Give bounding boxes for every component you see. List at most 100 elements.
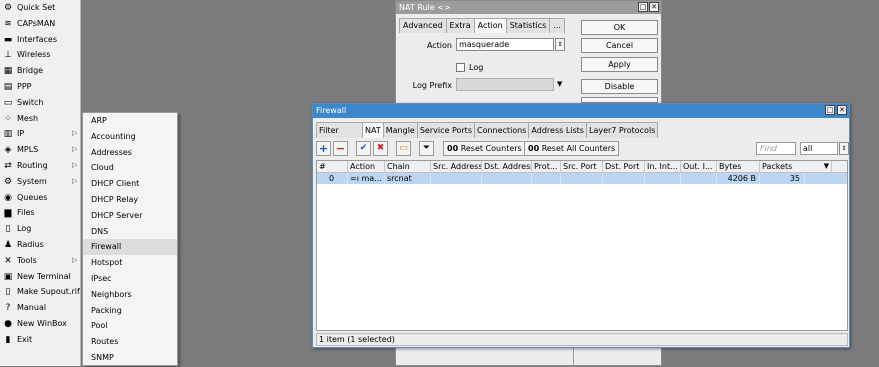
action-dropdown-icon[interactable]: ⇕ xyxy=(555,38,565,51)
counter-all-icon: 00 xyxy=(528,144,540,153)
sidebar-item-manual[interactable]: ? Manual xyxy=(0,300,80,316)
submenu-item-arp[interactable]: ARP xyxy=(83,113,177,129)
column-menu-icon[interactable]: ▼ xyxy=(824,161,829,172)
table-row[interactable]: 0 =ı ma... srcnat 4206 B 35 xyxy=(317,173,847,184)
sidebar-item-ip[interactable]: ▥ IP ▷ xyxy=(0,126,80,142)
submenu-item-addresses[interactable]: Addresses xyxy=(83,145,177,161)
column-header-out-interface[interactable]: Out. I... xyxy=(681,161,717,173)
sidebar-item-mesh[interactable]: ⁘ Mesh xyxy=(0,111,80,127)
comment-icon[interactable]: ▭ xyxy=(396,141,411,156)
tab-extra[interactable]: Extra xyxy=(445,18,475,33)
ip-icon: ▥ xyxy=(3,129,13,140)
reset-counters-button[interactable]: 00 Reset Counters xyxy=(443,141,526,156)
column-header-packets[interactable]: Packets ▼ xyxy=(760,161,832,173)
remove-icon[interactable]: − xyxy=(333,141,348,156)
reset-all-counters-button[interactable]: 00 Reset All Counters xyxy=(524,141,620,156)
tab-service-ports[interactable]: Service Ports xyxy=(416,122,475,138)
column-header-src-address[interactable]: Src. Address xyxy=(431,161,482,173)
column-header-src-port[interactable]: Src. Port xyxy=(561,161,603,173)
sidebar-item-interfaces[interactable]: ▬ Interfaces xyxy=(0,32,80,48)
submenu-item-routes[interactable]: Routes xyxy=(83,334,177,350)
column-header-dst-address[interactable]: Dst. Address xyxy=(482,161,532,173)
queues-icon: ◉ xyxy=(4,192,12,203)
close-icon[interactable]: ✕ xyxy=(649,2,659,12)
ok-button[interactable]: OK xyxy=(581,20,658,35)
cancel-button[interactable]: Cancel xyxy=(581,38,658,53)
submenu-item-ipsec[interactable]: IPsec xyxy=(83,271,177,287)
sidebar-item-label: CAPsMAN xyxy=(17,18,56,28)
column-header-bytes[interactable]: Bytes xyxy=(717,161,760,173)
submenu-item-dhcp-relay[interactable]: DHCP Relay xyxy=(83,192,177,208)
tab-more[interactable]: ... xyxy=(549,18,565,33)
sidebar-item-log[interactable]: ▯ Log xyxy=(0,221,80,237)
sidebar-item-tools[interactable]: ✕ Tools ▷ xyxy=(0,253,80,269)
tab-advanced[interactable]: Advanced xyxy=(399,18,447,33)
column-header-num[interactable]: # xyxy=(317,161,348,173)
submenu-item-packing[interactable]: Packing xyxy=(83,303,177,319)
filter-select-dropdown-icon[interactable]: ⇕ xyxy=(839,142,849,155)
tab-mangle[interactable]: Mangle xyxy=(382,122,418,138)
submenu-item-cloud[interactable]: Cloud xyxy=(83,160,177,176)
submenu-item-pool[interactable]: Pool xyxy=(83,318,177,334)
column-header-chain[interactable]: Chain xyxy=(385,161,431,173)
disable-icon[interactable]: ✖ xyxy=(373,141,388,156)
manual-icon: ? xyxy=(5,303,11,314)
sidebar-item-exit[interactable]: ▮ Exit xyxy=(0,332,80,348)
tab-layer7-protocols[interactable]: Layer7 Protocols xyxy=(585,122,659,138)
sidebar-item-new-terminal[interactable]: ▣ New Terminal xyxy=(0,269,80,285)
window-divider xyxy=(573,346,574,367)
restore-icon[interactable]: □ xyxy=(638,2,648,12)
sidebar-item-radius[interactable]: ♟ Radius xyxy=(0,237,80,253)
log-prefix-input[interactable] xyxy=(456,78,554,91)
enable-icon[interactable]: ✔ xyxy=(356,141,371,156)
firewall-titlebar[interactable]: Firewall □ ✕ xyxy=(313,104,849,118)
sidebar-item-label: Radius xyxy=(17,239,44,249)
sidebar-item-quick-set[interactable]: ⚙ Quick Set xyxy=(0,0,80,16)
submenu-item-accounting[interactable]: Accounting xyxy=(83,129,177,145)
find-input[interactable]: Find xyxy=(756,142,796,155)
filter-icon[interactable]: ⏷ xyxy=(419,141,434,156)
submenu-item-snmp[interactable]: SNMP xyxy=(83,350,177,366)
column-header-in-interface[interactable]: In. Int... xyxy=(645,161,681,173)
sidebar-item-switch[interactable]: ▭ Switch xyxy=(0,95,80,111)
sidebar-item-new-winbox[interactable]: ● New WinBox xyxy=(0,316,80,332)
submenu-item-dns[interactable]: DNS xyxy=(83,224,177,240)
submenu-item-dhcp-server[interactable]: DHCP Server xyxy=(83,208,177,224)
sidebar-item-ppp[interactable]: ▤ PPP xyxy=(0,79,80,95)
tab-statistics[interactable]: Statistics xyxy=(505,18,551,33)
column-header-dst-port[interactable]: Dst. Port xyxy=(603,161,645,173)
sidebar-item-make-supout-rif[interactable]: ▯ Make Supout.rif xyxy=(0,284,80,300)
sidebar-item-capsman[interactable]: ≋ CAPsMAN xyxy=(0,16,80,32)
disable-button[interactable]: Disable xyxy=(581,79,658,94)
column-header-protocol[interactable]: Prot... xyxy=(532,161,561,173)
sidebar-item-wireless[interactable]: ⊥ Wireless xyxy=(0,47,80,63)
sidebar-item-files[interactable]: ▆ Files xyxy=(0,205,80,221)
tab-action[interactable]: Action xyxy=(473,18,507,33)
tab-connections[interactable]: Connections xyxy=(473,122,530,138)
sidebar-item-mpls[interactable]: ◈ MPLS ▷ xyxy=(0,142,80,158)
column-header-action[interactable]: Action xyxy=(348,161,385,173)
sidebar-item-label: Tools xyxy=(17,255,37,265)
add-icon[interactable]: + xyxy=(316,141,331,156)
sidebar-item-bridge[interactable]: ▦ Bridge xyxy=(0,63,80,79)
log-checkbox[interactable] xyxy=(456,63,465,72)
tab-filter-rules[interactable]: Filter Rules xyxy=(316,122,363,138)
close-icon[interactable]: ✕ xyxy=(837,105,847,115)
sidebar-item-routing[interactable]: ⇄ Routing ▷ xyxy=(0,158,80,174)
submenu-item-neighbors[interactable]: Neighbors xyxy=(83,287,177,303)
tab-address-lists[interactable]: Address Lists xyxy=(528,122,587,138)
filter-select[interactable]: all xyxy=(800,142,838,155)
log-prefix-dropdown-icon[interactable]: ▼ xyxy=(557,80,562,88)
tab-nat[interactable]: NAT xyxy=(362,122,384,138)
nat-rule-titlebar[interactable]: NAT Rule <> □ ✕ xyxy=(396,1,661,14)
submenu-item-dhcp-client[interactable]: DHCP Client xyxy=(83,176,177,192)
action-select[interactable]: masquerade xyxy=(456,38,554,51)
sidebar-item-system[interactable]: ⚙ System ▷ xyxy=(0,174,80,190)
submenu-item-firewall[interactable]: Firewall xyxy=(83,239,177,256)
submenu-item-hotspot[interactable]: Hotspot xyxy=(83,255,177,271)
restore-icon[interactable]: □ xyxy=(825,105,835,115)
cell-protocol xyxy=(532,173,561,184)
sidebar-item-label: New WinBox xyxy=(17,318,67,328)
sidebar-item-queues[interactable]: ◉ Queues xyxy=(0,190,80,206)
apply-button[interactable]: Apply xyxy=(581,57,658,72)
